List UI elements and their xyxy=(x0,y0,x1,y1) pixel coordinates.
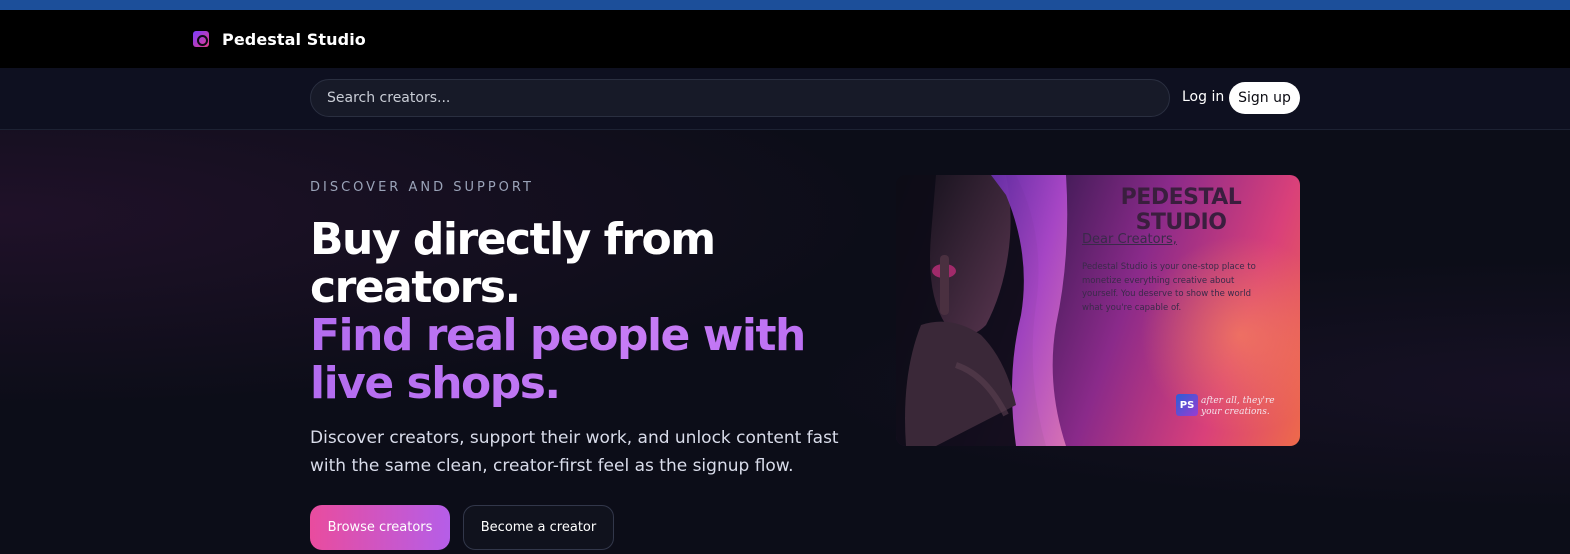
hero-eyebrow: DISCOVER AND SUPPORT xyxy=(310,180,534,195)
headline-line-2: Find real people with live shops. xyxy=(310,312,870,408)
promo-body: Pedestal Studio is your one-stop place t… xyxy=(1082,262,1256,313)
browser-top-strip xyxy=(0,0,1570,10)
headline-line-1: Buy directly from creators. xyxy=(310,214,716,313)
ps-logo-icon: PS xyxy=(1176,394,1198,416)
signup-button[interactable]: Sign up xyxy=(1229,82,1300,114)
promo-card-image: PEDESTAL STUDIO Dear Creators, Pedestal … xyxy=(896,175,1300,446)
brand-logo-icon[interactable] xyxy=(193,31,209,47)
search-field-container[interactable] xyxy=(310,79,1170,117)
promo-tagline: after all, they're your creations. xyxy=(1201,396,1275,417)
promo-title: PEDESTAL STUDIO xyxy=(1120,185,1242,235)
hero-headline: Buy directly from creators. Find real pe… xyxy=(310,216,870,408)
search-input[interactable] xyxy=(311,80,1169,116)
become-creator-button[interactable]: Become a creator xyxy=(463,505,614,550)
hero-section: DISCOVER AND SUPPORT Buy directly from c… xyxy=(0,130,1570,554)
browse-creators-button[interactable]: Browse creators xyxy=(310,505,450,550)
promo-greeting: Dear Creators, xyxy=(1082,232,1177,247)
login-link[interactable]: Log in xyxy=(1182,89,1224,105)
top-nav: Pedestal Studio xyxy=(0,10,1570,68)
brand-name[interactable]: Pedestal Studio xyxy=(222,30,366,49)
hero-subtext: Discover creators, support their work, a… xyxy=(310,428,839,476)
search-bar-row: Log in Sign up xyxy=(0,68,1570,130)
